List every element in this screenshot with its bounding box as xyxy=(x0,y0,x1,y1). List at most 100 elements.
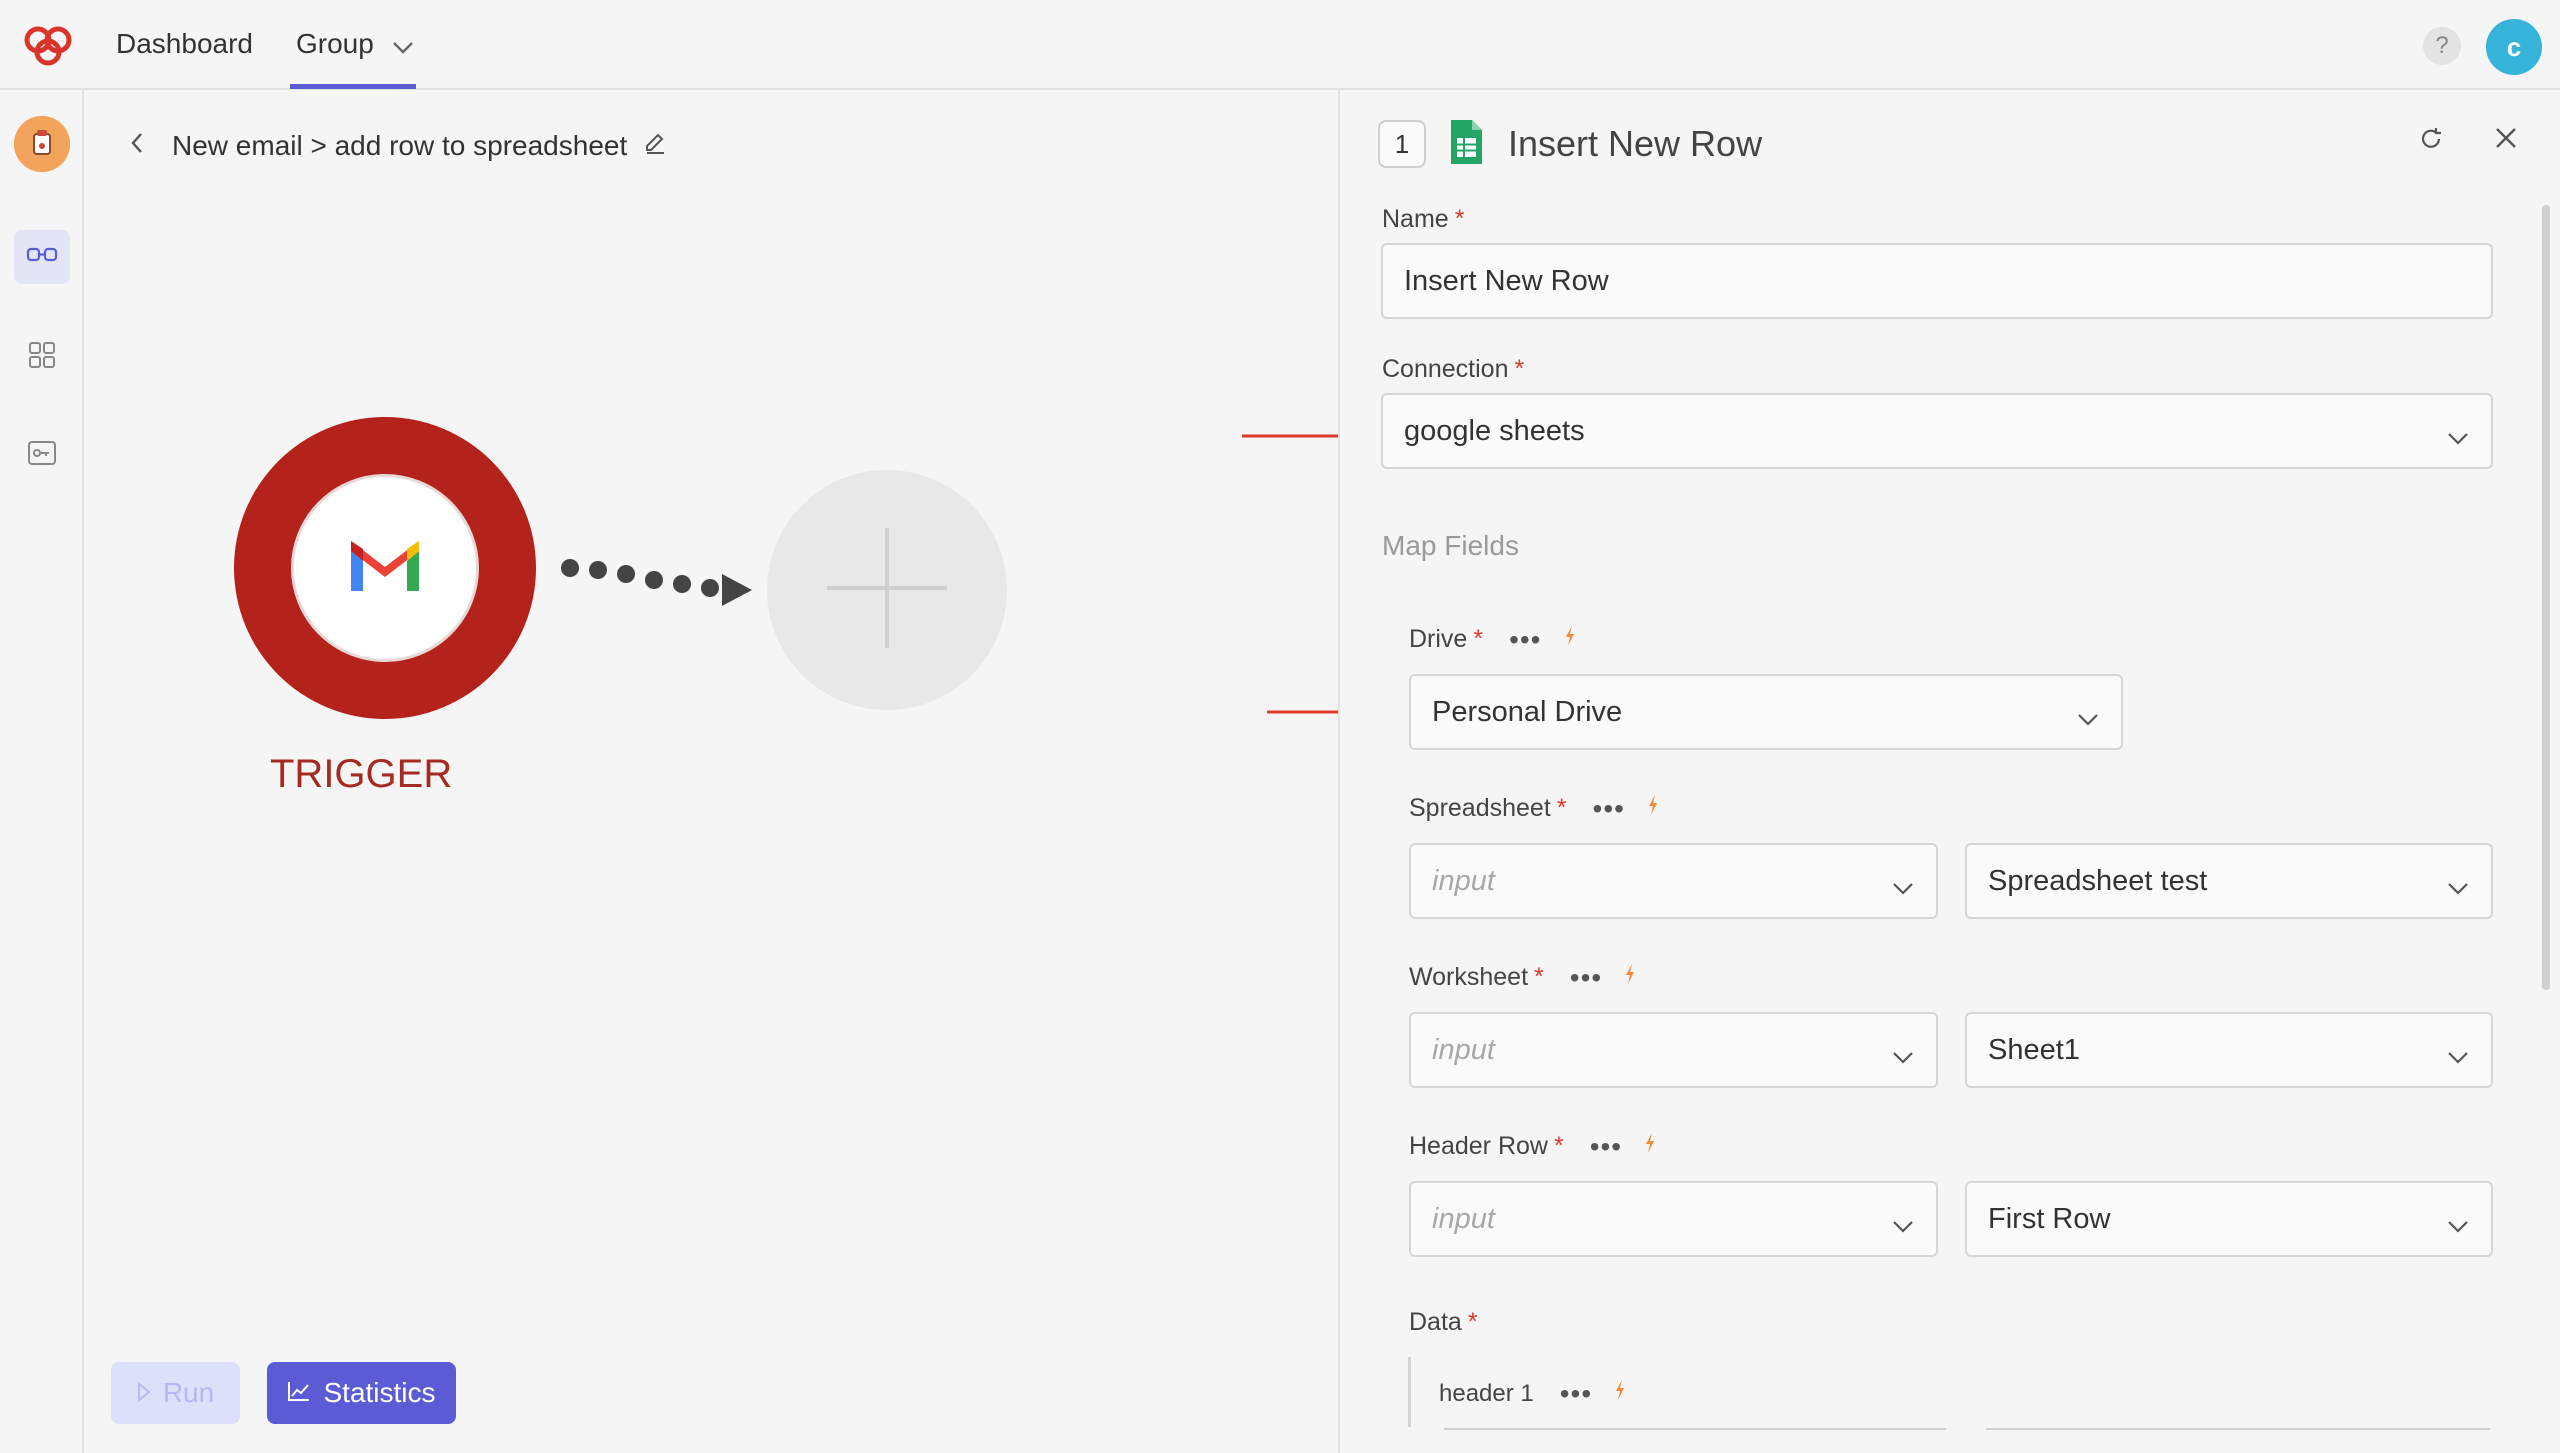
worksheet-input-select[interactable]: input xyxy=(1409,1012,1938,1088)
refresh-icon[interactable] xyxy=(2418,126,2444,157)
help-button[interactable]: ? xyxy=(2423,27,2461,65)
data-field-label: Data * xyxy=(1409,1308,1478,1337)
close-icon[interactable] xyxy=(2494,126,2518,155)
sidebar-flows-button[interactable] xyxy=(14,230,70,284)
spreadsheet-select[interactable]: Spreadsheet test xyxy=(1965,843,2493,919)
chevron-down-icon xyxy=(2447,871,2469,904)
chart-icon xyxy=(287,1377,311,1409)
add-step-button[interactable] xyxy=(767,470,1007,710)
name-input-value: Insert New Row xyxy=(1404,264,1609,297)
worksheet-select[interactable]: Sheet1 xyxy=(1965,1012,2493,1088)
spreadsheet-label-text: Spreadsheet xyxy=(1409,794,1551,822)
bolt-icon[interactable] xyxy=(1624,963,1636,992)
drive-label-text: Drive xyxy=(1409,625,1468,653)
bolt-icon[interactable] xyxy=(1644,1132,1656,1161)
top-navigation: Dashboard Group ? c xyxy=(0,0,2560,90)
chevron-down-icon xyxy=(2447,1209,2469,1242)
data-group-border xyxy=(1408,1357,1411,1427)
workspace-avatar[interactable] xyxy=(14,116,70,172)
sidebar-apps-button[interactable] xyxy=(14,330,70,384)
edit-pencil-icon[interactable] xyxy=(643,130,667,162)
nav-group[interactable]: Group xyxy=(296,28,414,62)
header1-label-text: header 1 xyxy=(1439,1379,1534,1407)
panel-scrollbar[interactable] xyxy=(2542,205,2550,990)
run-label: Run xyxy=(162,1377,215,1408)
trigger-label: TRIGGER xyxy=(270,752,453,796)
more-options-icon[interactable]: ••• xyxy=(1590,1132,1622,1160)
grid-icon xyxy=(28,341,56,374)
active-tab-indicator xyxy=(290,84,416,89)
gmail-node-inner xyxy=(291,474,479,662)
chevron-down-icon xyxy=(1892,1209,1914,1242)
spreadsheet-field-label: Spreadsheet * ••• xyxy=(1409,794,1659,823)
bolt-icon[interactable] xyxy=(1564,625,1576,654)
connection-select-value: google sheets xyxy=(1404,414,1585,447)
connection-field-label: Connection * xyxy=(1382,355,1524,384)
left-sidebar xyxy=(0,90,84,1453)
play-icon xyxy=(137,1377,151,1409)
required-mark: * xyxy=(1467,1308,1478,1336)
worksheet-label-text: Worksheet xyxy=(1409,963,1529,991)
chevron-down-icon xyxy=(2447,1040,2469,1073)
chevron-down-icon xyxy=(392,30,414,62)
drive-select-value: Personal Drive xyxy=(1432,695,1623,728)
step-number-badge: 1 xyxy=(1378,120,1426,168)
header1-value-input[interactable] xyxy=(1986,1428,2490,1430)
spreadsheet-select-value: Spreadsheet test xyxy=(1988,864,2208,897)
statistics-button[interactable]: Statistics xyxy=(267,1362,456,1424)
link-icon xyxy=(26,245,58,270)
chevron-down-icon xyxy=(2447,421,2469,454)
trigger-node[interactable] xyxy=(234,417,536,719)
run-button[interactable]: Run xyxy=(111,1362,240,1424)
map-fields-heading: Map Fields xyxy=(1382,530,1519,561)
required-mark: * xyxy=(1454,205,1465,233)
app-logo[interactable] xyxy=(18,22,78,68)
key-icon xyxy=(27,439,57,472)
bolt-icon[interactable] xyxy=(1647,794,1659,823)
required-mark: * xyxy=(1514,355,1525,383)
worksheet-field-label: Worksheet * ••• xyxy=(1409,963,1636,992)
connection-label-text: Connection xyxy=(1382,355,1509,383)
panel-header: 1 Insert New Row xyxy=(1378,118,1762,170)
more-options-icon[interactable]: ••• xyxy=(1560,1379,1592,1407)
chevron-down-icon xyxy=(2077,702,2099,735)
header1-field-label: header 1 ••• xyxy=(1439,1379,1626,1408)
name-label-text: Name xyxy=(1382,205,1449,233)
chevron-down-icon xyxy=(1892,1040,1914,1073)
header-row-select[interactable]: First Row xyxy=(1965,1181,2493,1257)
header-row-input-select[interactable]: input xyxy=(1409,1181,1938,1257)
required-mark: * xyxy=(1553,1132,1564,1160)
spreadsheet-input-placeholder: input xyxy=(1432,864,1495,897)
header-row-label-text: Header Row xyxy=(1409,1132,1548,1160)
header-row-field-label: Header Row * ••• xyxy=(1409,1132,1656,1161)
sidebar-keys-button[interactable] xyxy=(14,428,70,482)
google-sheets-icon xyxy=(1448,118,1484,171)
worksheet-select-value: Sheet1 xyxy=(1988,1033,2080,1066)
breadcrumb: New email > add row to spreadsheet xyxy=(130,130,667,162)
data-label-text: Data xyxy=(1409,1308,1462,1336)
chevron-down-icon xyxy=(1892,871,1914,904)
flow-connector xyxy=(561,559,752,606)
user-avatar[interactable]: c xyxy=(2486,19,2542,75)
more-options-icon[interactable]: ••• xyxy=(1570,963,1602,991)
header1-key-input[interactable] xyxy=(1444,1428,1946,1430)
header-row-input-placeholder: input xyxy=(1432,1202,1495,1235)
name-field-label: Name * xyxy=(1382,205,1464,234)
name-input[interactable]: Insert New Row xyxy=(1381,243,2493,319)
drive-select[interactable]: Personal Drive xyxy=(1409,674,2123,750)
spreadsheet-input-select[interactable]: input xyxy=(1409,843,1938,919)
required-mark: * xyxy=(1534,963,1544,991)
required-mark: * xyxy=(1473,625,1484,653)
more-options-icon[interactable]: ••• xyxy=(1509,625,1541,653)
back-chevron-icon[interactable] xyxy=(130,130,144,162)
gmail-icon xyxy=(345,535,425,602)
more-options-icon[interactable]: ••• xyxy=(1593,794,1625,822)
nav-group-label: Group xyxy=(296,28,374,59)
nav-dashboard[interactable]: Dashboard xyxy=(116,28,253,60)
connection-select[interactable]: google sheets xyxy=(1381,393,2493,469)
flow-title: New email > add row to spreadsheet xyxy=(172,130,628,161)
worksheet-input-placeholder: input xyxy=(1432,1033,1495,1066)
drive-field-label: Drive * ••• xyxy=(1409,625,1576,654)
required-mark: * xyxy=(1556,794,1567,822)
bolt-icon[interactable] xyxy=(1614,1379,1626,1408)
